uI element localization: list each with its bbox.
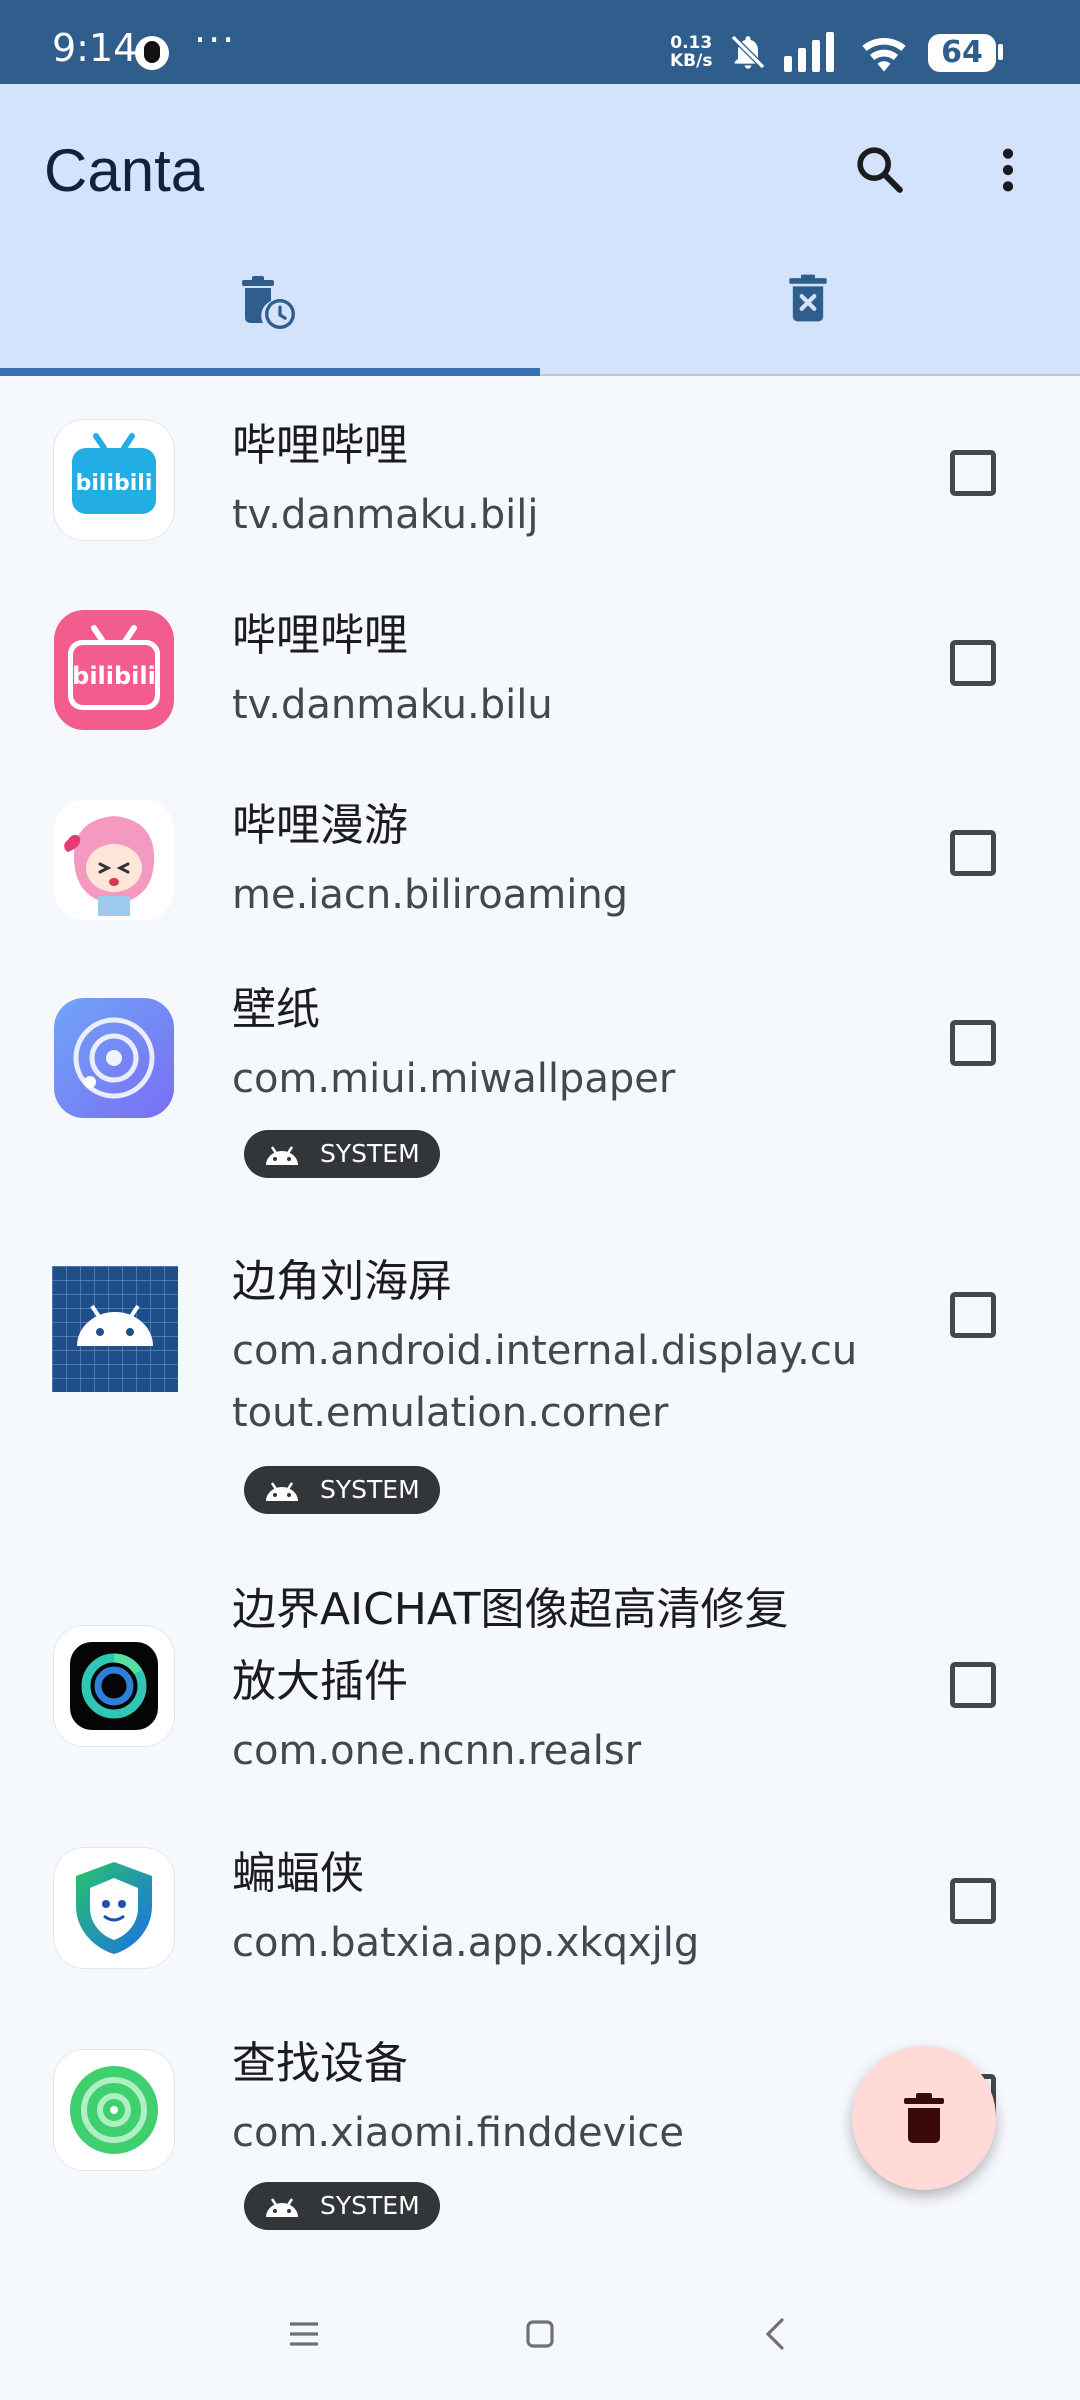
- app-package: tv.danmaku.bilj: [232, 492, 539, 538]
- app-package: tv.danmaku.bilu: [232, 682, 553, 728]
- list-item[interactable]: bilibili 哔哩哔哩 tv.danmaku.bilj: [0, 402, 1080, 580]
- android-icon: [266, 1146, 298, 1165]
- tab-indicator: [0, 368, 540, 376]
- list-item[interactable]: 壁纸 com.miui.miwallpaper SYSTEM: [0, 976, 1080, 1204]
- system-badge: SYSTEM: [244, 1466, 440, 1514]
- select-checkbox[interactable]: [950, 1292, 996, 1338]
- uninstall-fab-button[interactable]: [852, 2046, 996, 2190]
- search-icon[interactable]: [852, 142, 908, 198]
- app-name: 壁纸: [232, 984, 320, 1035]
- app-package: com.batxia.app.xkqxjlg: [232, 1920, 700, 1966]
- app-package-line-2: tout.emulation.corner: [232, 1390, 669, 1436]
- app-package: com.one.ncnn.realsr: [232, 1728, 642, 1774]
- network-speed-value: 0.13: [670, 33, 713, 53]
- network-speed-unit: KB/s: [670, 51, 713, 71]
- anime-girl-icon: [54, 800, 174, 920]
- batxia-shield-icon: [54, 1848, 174, 1968]
- svg-text:bilibili: bilibili: [72, 662, 156, 690]
- more-notifications-indicator: ···: [194, 18, 237, 62]
- app-name: 蝙蝠侠: [232, 1848, 364, 1899]
- more-vert-icon[interactable]: [980, 142, 1036, 198]
- app-package: com.miui.miwallpaper: [232, 1056, 676, 1102]
- battery-level: 64: [928, 34, 996, 72]
- delete-x-icon: [789, 274, 827, 322]
- status-bar: 9:14 ··· 0.13 KB/s 64: [0, 0, 1080, 84]
- app-name: 哔哩哔哩: [232, 420, 408, 471]
- battery-tip: [998, 44, 1003, 60]
- qq-notification-icon: [135, 36, 169, 70]
- system-badge-label: SYSTEM: [320, 1139, 420, 1168]
- signal-icon: [784, 32, 834, 72]
- network-speed: 0.13 KB/s: [670, 34, 712, 70]
- svg-text:bilibili: bilibili: [76, 471, 153, 496]
- app-name: 边角刘海屏: [232, 1256, 452, 1307]
- select-checkbox[interactable]: [950, 450, 996, 496]
- app-name-line-2: 放大插件: [232, 1656, 408, 1707]
- list-item[interactable]: 边角刘海屏 com.android.internal.display.cu to…: [0, 1248, 1080, 1538]
- system-badge-label: SYSTEM: [320, 2191, 420, 2220]
- app-name: 哔哩哔哩: [232, 610, 408, 661]
- tab-divider: [540, 374, 1080, 376]
- bilibili-icon-pink: bilibili: [54, 610, 174, 730]
- tab-uninstalled[interactable]: [540, 260, 1080, 376]
- bell-off-icon: [730, 34, 766, 70]
- android-grid-icon: [52, 1266, 178, 1392]
- select-checkbox[interactable]: [950, 1878, 996, 1924]
- select-checkbox[interactable]: [950, 1662, 996, 1708]
- list-item[interactable]: 边界AICHAT图像超高清修复 放大插件 com.one.ncnn.realsr: [0, 1576, 1080, 1796]
- system-badge: SYSTEM: [244, 1130, 440, 1178]
- android-icon: [266, 1482, 298, 1501]
- page-title: Canta: [44, 137, 205, 204]
- list-item[interactable]: 哔哩漫游 me.iacn.biliroaming: [0, 782, 1080, 960]
- app-bar: Canta: [0, 84, 1080, 376]
- system-badge: SYSTEM: [244, 2182, 440, 2230]
- app-package-line-1: com.android.internal.display.cu: [232, 1328, 858, 1374]
- back-nav-icon[interactable]: [756, 2314, 796, 2354]
- wifi-icon: [862, 38, 906, 72]
- app-package: com.xiaomi.finddevice: [232, 2110, 685, 2156]
- select-checkbox[interactable]: [950, 640, 996, 686]
- find-device-icon: [54, 2050, 174, 2170]
- navigation-bar: [0, 2268, 1080, 2400]
- delete-icon: [904, 2093, 944, 2143]
- status-time: 9:14: [52, 26, 138, 70]
- tab-pending-uninstall[interactable]: [0, 260, 540, 376]
- select-checkbox[interactable]: [950, 1020, 996, 1066]
- wallpaper-icon: [54, 998, 174, 1118]
- select-checkbox[interactable]: [950, 830, 996, 876]
- app-name: 查找设备: [232, 2038, 408, 2089]
- android-icon: [266, 2198, 298, 2217]
- aichat-icon: [54, 1626, 174, 1746]
- bilibili-icon-blue: bilibili: [54, 420, 174, 540]
- app-package: me.iacn.biliroaming: [232, 872, 629, 918]
- list-item[interactable]: bilibili 哔哩哔哩 tv.danmaku.bilu: [0, 592, 1080, 770]
- list-item[interactable]: 蝙蝠侠 com.batxia.app.xkqxjlg: [0, 1830, 1080, 2008]
- app-name: 哔哩漫游: [232, 800, 408, 851]
- system-badge-label: SYSTEM: [320, 1475, 420, 1504]
- app-name-line-1: 边界AICHAT图像超高清修复: [232, 1584, 789, 1635]
- delete-clock-icon: [242, 276, 295, 329]
- home-nav-icon[interactable]: [520, 2314, 560, 2354]
- menu-nav-icon[interactable]: [284, 2314, 324, 2354]
